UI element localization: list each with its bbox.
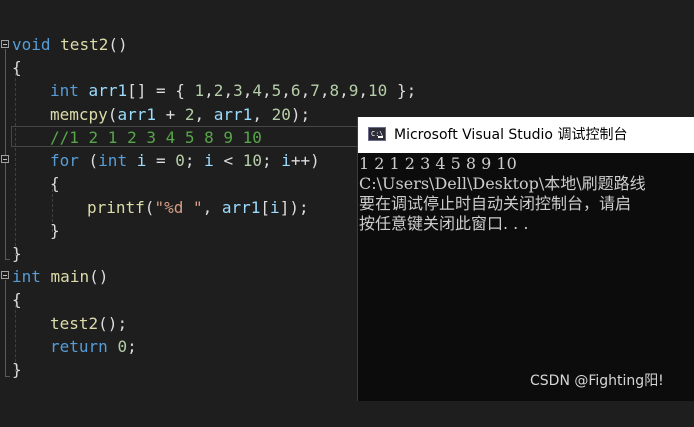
keyword: return	[50, 337, 108, 356]
code-line-9[interactable]: }	[0, 219, 60, 242]
punctuation: ]);	[279, 198, 309, 217]
function-name: main	[50, 267, 90, 286]
punctuation	[108, 337, 118, 356]
console-output-line: 按任意键关闭此窗口. . .	[359, 214, 529, 233]
brace: {	[12, 58, 22, 77]
code-line-14[interactable]: return 0;	[0, 335, 137, 358]
number: 8	[329, 81, 340, 100]
console-output-line: 1 2 1 2 3 4 5 8 9 10	[359, 154, 517, 173]
punctuation: (	[144, 198, 155, 217]
variable: i	[281, 151, 291, 170]
keyword: int	[50, 81, 79, 100]
keyword: int	[12, 267, 41, 286]
console-titlebar[interactable]: C:\ Microsoft Visual Studio 调试控制台	[358, 117, 694, 153]
number: 1	[194, 81, 205, 100]
brace: }	[50, 221, 60, 240]
code-line-3[interactable]: int arr1[] = { 1,2,3,4,5,6,7,8,9,10 };	[0, 79, 416, 102]
number: 6	[290, 81, 301, 100]
number: 4	[252, 81, 262, 100]
keyword: int	[98, 151, 128, 170]
variable: i	[136, 151, 147, 170]
number: 2	[184, 105, 195, 124]
punctuation: };	[387, 81, 417, 100]
code-line-12[interactable]: {	[0, 288, 39, 311]
punctuation: ,	[202, 198, 222, 217]
function-name: printf	[87, 198, 145, 217]
code-line-4[interactable]: memcpy(arr1 + 2, arr1, 20);	[0, 103, 310, 126]
console-app-icon: C:\	[368, 127, 386, 141]
punctuation: <	[213, 151, 243, 170]
punctuation: =	[146, 151, 176, 170]
variable: arr1	[221, 198, 261, 217]
punctuation	[127, 151, 137, 170]
punctuation: ,	[252, 105, 272, 124]
variable: arr1	[117, 105, 156, 124]
function-name: test2	[50, 314, 99, 333]
punctuation: ,	[242, 81, 253, 100]
punctuation: ,	[281, 81, 291, 100]
number: 0	[117, 337, 128, 356]
console-output-line: 要在调试停止时自动关闭控制台，请启	[359, 194, 632, 213]
debug-console-window[interactable]: C:\ Microsoft Visual Studio 调试控制台 1 2 1 …	[357, 117, 694, 401]
code-line-8[interactable]: printf("%d ", arr1[i]);	[0, 196, 309, 219]
number: 10	[368, 81, 388, 100]
code-line-5[interactable]: //1 2 1 2 3 4 5 8 9 10	[0, 126, 262, 149]
punctuation: ;	[127, 337, 137, 356]
variable: arr1	[213, 105, 253, 124]
punctuation: );	[290, 105, 311, 124]
punctuation: ()	[108, 35, 128, 54]
console-output-line: C:\Users\Dell\Desktop\本地\刷题路线	[359, 174, 646, 193]
punctuation: ,	[262, 81, 272, 100]
number: 0	[175, 151, 185, 170]
number: 3	[233, 81, 243, 100]
punctuation: ;	[261, 151, 282, 170]
punctuation: (	[78, 151, 99, 170]
brace: }	[12, 244, 22, 263]
punctuation: ,	[204, 81, 214, 100]
punctuation: ,	[339, 81, 349, 100]
punctuation: +	[155, 105, 185, 124]
punctuation: ()	[89, 267, 109, 286]
function-name: test2	[60, 35, 109, 54]
keyword: for	[50, 151, 79, 170]
punctuation: ();	[98, 314, 128, 333]
punctuation: [	[260, 198, 271, 217]
variable: i	[204, 151, 214, 170]
variable: i	[270, 198, 280, 217]
number: 20	[271, 105, 291, 124]
code-line-15[interactable]: }	[0, 358, 39, 381]
punctuation: ++)	[290, 151, 320, 170]
number: 5	[271, 81, 282, 100]
punctuation: [] = {	[127, 81, 195, 100]
code-line-7[interactable]: {	[0, 172, 60, 195]
code-line-2[interactable]: {	[0, 56, 39, 79]
code-line-13[interactable]: test2();	[0, 312, 127, 335]
punctuation: (	[107, 105, 118, 124]
number: 9	[348, 81, 359, 100]
brace: {	[12, 290, 22, 309]
punctuation: ,	[223, 81, 234, 100]
code-line-11[interactable]: int main()	[0, 265, 108, 288]
function-name: memcpy	[50, 105, 108, 124]
code-line-6[interactable]: for (int i = 0; i < 10; i++)	[0, 149, 320, 172]
console-title: Microsoft Visual Studio 调试控制台	[394, 127, 628, 143]
number: 7	[310, 81, 320, 100]
brace: }	[12, 360, 22, 379]
number: 2	[213, 81, 224, 100]
string-literal: "%d "	[154, 198, 203, 217]
keyword: void	[12, 35, 51, 54]
code-line-10[interactable]: }	[0, 242, 39, 265]
comment: //1 2 1 2 3 4 5 8 9 10	[50, 128, 262, 147]
number: 10	[242, 151, 262, 170]
code-line-1[interactable]: void test2()	[0, 33, 128, 56]
punctuation: ,	[358, 81, 369, 100]
brace: {	[50, 174, 60, 193]
punctuation: ,	[194, 105, 214, 124]
watermark: CSDN @Fighting阳!	[530, 373, 664, 389]
punctuation: ;	[184, 151, 205, 170]
punctuation: ,	[300, 81, 311, 100]
variable: arr1	[88, 81, 128, 100]
